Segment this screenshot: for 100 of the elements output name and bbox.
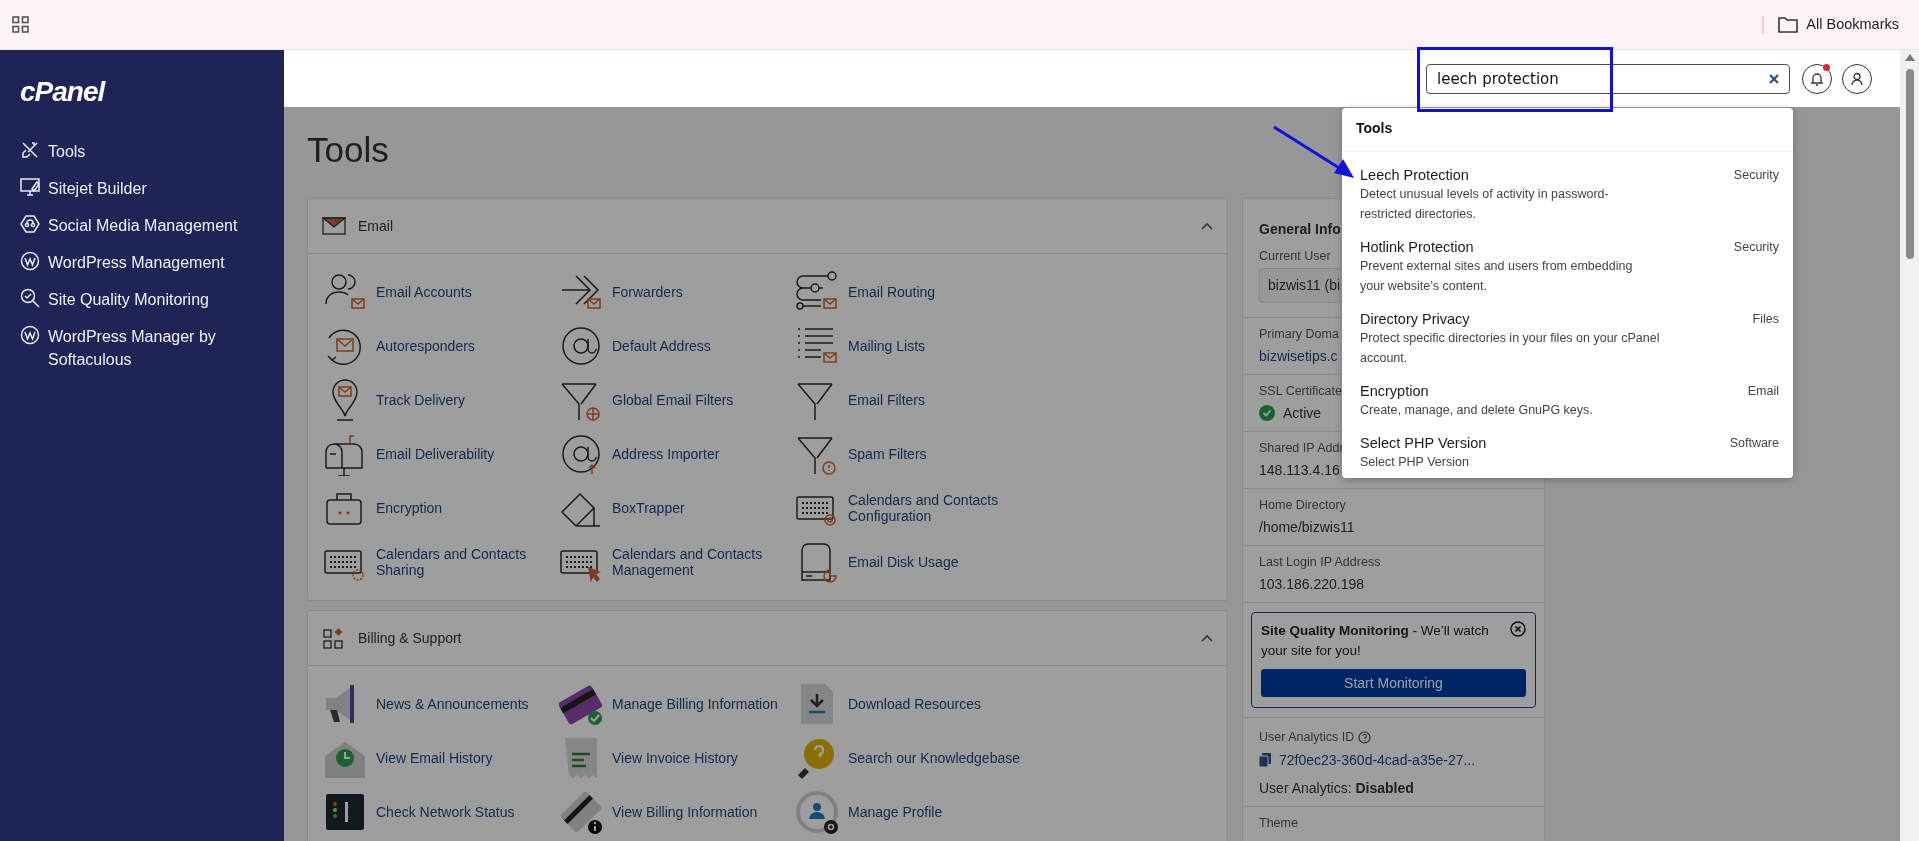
section-title: Billing & Support — [358, 628, 463, 648]
info-label: Theme — [1259, 815, 1298, 832]
sidebar-link[interactable]: WordPress Management — [48, 251, 225, 274]
result-description: Create, manage, and delete GnuPG keys. — [1360, 402, 1593, 419]
info-link[interactable]: bizwisetips.c — [1259, 346, 1338, 366]
tool-link[interactable]: Email Accounts — [376, 274, 472, 310]
sidebar-link[interactable]: Tools — [48, 140, 86, 163]
tool-link[interactable]: Default Address — [612, 328, 711, 364]
tool-link[interactable]: Mailing Lists — [848, 328, 926, 364]
tool-link[interactable]: Manage Profile — [848, 794, 943, 830]
start-monitoring-button[interactable]: Start Monitoring — [1261, 669, 1526, 697]
tool-link[interactable]: View Email History — [376, 740, 493, 776]
dropdown-heading: Tools — [1342, 108, 1793, 152]
user-icon — [1850, 71, 1864, 86]
result-category: Security — [1733, 167, 1779, 184]
tool-link[interactable]: Calendars and Contacts Configuration — [848, 490, 1028, 526]
clear-icon[interactable] — [1768, 72, 1780, 85]
search-icon — [20, 288, 40, 308]
sidebar-link[interactable]: Social Media Management — [48, 214, 238, 237]
info-label: SSL Certificate — [1259, 383, 1342, 400]
w-circle-icon — [20, 251, 40, 271]
w-circle-icon — [20, 325, 40, 345]
tool-link[interactable]: Email Filters — [848, 382, 925, 418]
help-icon — [1358, 730, 1372, 744]
tool-link[interactable]: Encryption — [376, 490, 443, 526]
result-title[interactable]: Leech Protection — [1360, 166, 1660, 184]
close-icon[interactable] — [1510, 621, 1526, 637]
tool-link[interactable]: Global Email Filters — [612, 382, 734, 418]
result-category: Software — [1729, 435, 1779, 452]
result-category: Email — [1747, 383, 1779, 400]
analytics-id: 72f0ec23-360d-4cad-a35e-27... — [1279, 751, 1476, 770]
section-title: Email — [358, 216, 394, 236]
monitor-icon — [20, 177, 40, 197]
sidebar-link[interactable]: WordPress Manager by Softaculous — [48, 325, 266, 371]
at-sign-icon — [559, 432, 603, 476]
scroll-up-icon[interactable] — [1904, 54, 1915, 61]
sidebar-link[interactable]: Site Quality Monitoring — [48, 288, 209, 311]
tool-link[interactable]: Manage Billing Information — [612, 686, 778, 722]
scrollbar-thumb[interactable] — [1905, 69, 1914, 259]
page-title: Tools — [307, 129, 389, 171]
result-description: Detect unusual levels of activity in password-restricted directories. — [1360, 186, 1610, 223]
result-description: Prevent external sites and users from embedding your website’s content. — [1360, 258, 1634, 295]
info-value: /home/bizwis11 — [1259, 518, 1355, 537]
tool-link[interactable]: Calendars and Contacts Sharing — [376, 544, 556, 580]
check-circle-icon — [1259, 405, 1275, 421]
tools-icon — [20, 140, 40, 160]
panel-title: General Info — [1259, 220, 1341, 239]
tool-link[interactable]: News & Announcements — [376, 686, 529, 722]
result-category: Files — [1752, 311, 1779, 328]
info-label: Shared IP Addr — [1259, 440, 1344, 457]
envelope-icon — [322, 215, 346, 237]
search-field[interactable]: leech protection — [1426, 63, 1790, 94]
info-label: Last Login IP Address — [1259, 554, 1381, 571]
tool-link[interactable]: Email Routing — [848, 274, 936, 310]
tool-link[interactable]: Address Importer — [612, 436, 720, 472]
shapes-icon — [322, 627, 346, 649]
bookmarks-label[interactable]: All Bookmarks — [1806, 13, 1899, 36]
bell-icon — [1810, 71, 1824, 86]
info-value: 103.186.220.198 — [1259, 575, 1365, 594]
hexagon-icon — [20, 214, 40, 234]
result-description: Protect specific directories in your files on your cPanel account. — [1360, 330, 1660, 367]
profile-icon — [795, 790, 839, 834]
section-header[interactable]: Email — [308, 199, 1227, 254]
tool-link[interactable]: Download Resources — [848, 686, 982, 722]
status-text: Active — [1283, 404, 1322, 423]
logo[interactable]: cPanel — [20, 78, 105, 106]
promo-text: Site Quality Monitoring - We’ll watch your site for you! — [1261, 622, 1490, 660]
result-title[interactable]: Encryption — [1360, 382, 1593, 400]
info-label: Home Directory — [1259, 497, 1346, 514]
folder-icon — [1778, 16, 1799, 33]
tool-link[interactable]: Search our Knowledgebase — [848, 740, 1020, 776]
result-title[interactable]: Select PHP Version — [1360, 434, 1487, 452]
info-label: Current User — [1259, 248, 1331, 265]
sidebar-link[interactable]: Sitejet Builder — [48, 177, 147, 200]
section-header[interactable]: Billing & Support — [308, 611, 1227, 666]
user-button[interactable] — [1842, 63, 1872, 94]
tool-link[interactable]: Email Deliverability — [376, 436, 495, 472]
tool-link[interactable]: View Billing Information — [612, 794, 758, 830]
info-field[interactable]: bizwis11 (bi — [1259, 268, 1342, 303]
tool-link[interactable]: Spam Filters — [848, 436, 927, 472]
analytics-status: User Analytics: Disabled — [1259, 779, 1414, 798]
result-description: Select PHP Version — [1360, 454, 1470, 471]
tool-link[interactable]: Email Disk Usage — [848, 544, 959, 580]
apps-grid-icon[interactable] — [12, 16, 29, 33]
result-title[interactable]: Hotlink Protection — [1360, 238, 1660, 256]
at-sign-icon — [559, 324, 603, 368]
tool-link[interactable]: BoxTrapper — [612, 490, 685, 526]
info-label: Primary Doma — [1259, 326, 1339, 343]
result-title[interactable]: Directory Privacy — [1360, 310, 1660, 328]
tool-link[interactable]: Forwarders — [612, 274, 683, 310]
info-label: User Analytics ID — [1259, 729, 1355, 746]
tool-link[interactable]: Autoresponders — [376, 328, 475, 364]
copy-icon[interactable] — [1259, 753, 1271, 767]
tool-link[interactable]: Track Delivery — [376, 382, 465, 418]
result-category: Security — [1733, 239, 1779, 256]
tool-link[interactable]: View Invoice History — [612, 740, 738, 776]
tool-link[interactable]: Check Network Status — [376, 794, 515, 830]
info-value: 148.113.4.16 — [1259, 461, 1340, 480]
tool-link[interactable]: Calendars and Contacts Management — [612, 544, 792, 580]
notifications-button[interactable] — [1802, 63, 1832, 94]
